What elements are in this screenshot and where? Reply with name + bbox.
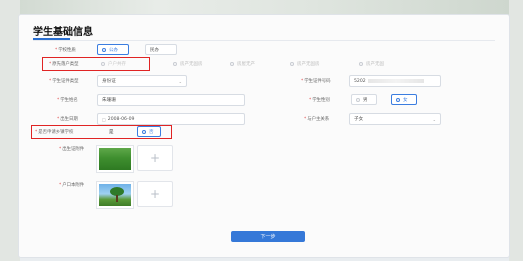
- guardian-relation-select[interactable]: 子女 ⌄: [349, 113, 441, 125]
- background-left-margin: [0, 0, 20, 261]
- id-number-label: *学生证件号码: [301, 79, 331, 84]
- rural-school-label: *是否申请乡镇学校: [35, 130, 74, 135]
- hukou-book-label: *户口本附件: [59, 183, 85, 188]
- radio-dot-icon: [230, 61, 234, 66]
- birth-date-picker[interactable]: □ 2008-06-09: [97, 113, 245, 125]
- hukou-option-3[interactable]: 房屋无产: [226, 58, 274, 69]
- plus-icon: +: [149, 187, 161, 201]
- radio-dot-icon: [356, 97, 360, 102]
- background-right-margin: [509, 0, 523, 261]
- hukou-option-1[interactable]: 户户共存: [97, 58, 141, 69]
- radio-dot-icon: [359, 61, 363, 66]
- guardian-relation-label: *与户主关系: [304, 117, 330, 122]
- radio-dot-icon: [290, 61, 294, 66]
- hukou-option-4[interactable]: 房产无固房: [286, 58, 340, 69]
- next-step-button[interactable]: 下一步: [231, 231, 305, 242]
- hukou-option-2[interactable]: 房产无固房: [169, 58, 219, 69]
- radio-dot-icon: [102, 47, 106, 52]
- student-name-input[interactable]: 朱珊珊: [97, 94, 245, 106]
- grass-photo: [99, 148, 131, 170]
- hukou-book-thumbnail[interactable]: [96, 181, 134, 209]
- hukou-option-5[interactable]: 房产无固: [355, 58, 403, 69]
- radio-dot-icon: [173, 61, 177, 66]
- school-nature-label: *学校性质: [55, 48, 76, 53]
- radio-dot-icon: [101, 61, 105, 66]
- chevron-down-icon: ⌄: [178, 79, 182, 84]
- student-gender-label: *学生性别: [309, 98, 330, 103]
- birth-cert-thumbnail[interactable]: [96, 145, 134, 173]
- id-type-label: *学生证件类型: [49, 79, 79, 84]
- birth-date-label: *出生日期: [57, 117, 78, 122]
- id-number-input[interactable]: 5202: [349, 75, 441, 87]
- chevron-down-icon: ⌄: [432, 117, 436, 122]
- id-type-select[interactable]: 身份证 ⌄: [97, 75, 187, 87]
- student-name-label: *学生姓名: [57, 98, 78, 103]
- page-title: 学生基础信息: [33, 27, 93, 38]
- screenshot-root: 学生基础信息 *学校性质 公办 民办 *原先落户类型 户户共存 房产无固房 房屋…: [0, 0, 523, 261]
- redacted-id: [367, 79, 424, 83]
- rural-option-no[interactable]: 否: [137, 126, 161, 137]
- tree-trunk: [116, 195, 118, 202]
- gender-option-female[interactable]: 女: [391, 94, 417, 105]
- hukou-book-upload-button[interactable]: +: [137, 181, 173, 207]
- birth-cert-upload-button[interactable]: +: [137, 145, 173, 171]
- gender-option-male[interactable]: 男: [351, 94, 377, 105]
- plus-icon: +: [149, 151, 161, 165]
- radio-dot-icon: [396, 97, 400, 102]
- form-card: 学生基础信息 *学校性质 公办 民办 *原先落户类型 户户共存 房产无固房 房屋…: [18, 14, 510, 258]
- rural-option-yes[interactable]: 是: [105, 126, 127, 137]
- calendar-icon: □: [102, 116, 106, 122]
- title-divider: [33, 40, 495, 41]
- hukou-type-label: *原先落户类型: [49, 62, 79, 67]
- school-nature-option-public[interactable]: 公办: [97, 44, 129, 55]
- birth-cert-label: *出生证附件: [59, 147, 85, 152]
- radio-dot-icon: [142, 129, 146, 134]
- school-nature-option-private[interactable]: 民办: [145, 44, 177, 55]
